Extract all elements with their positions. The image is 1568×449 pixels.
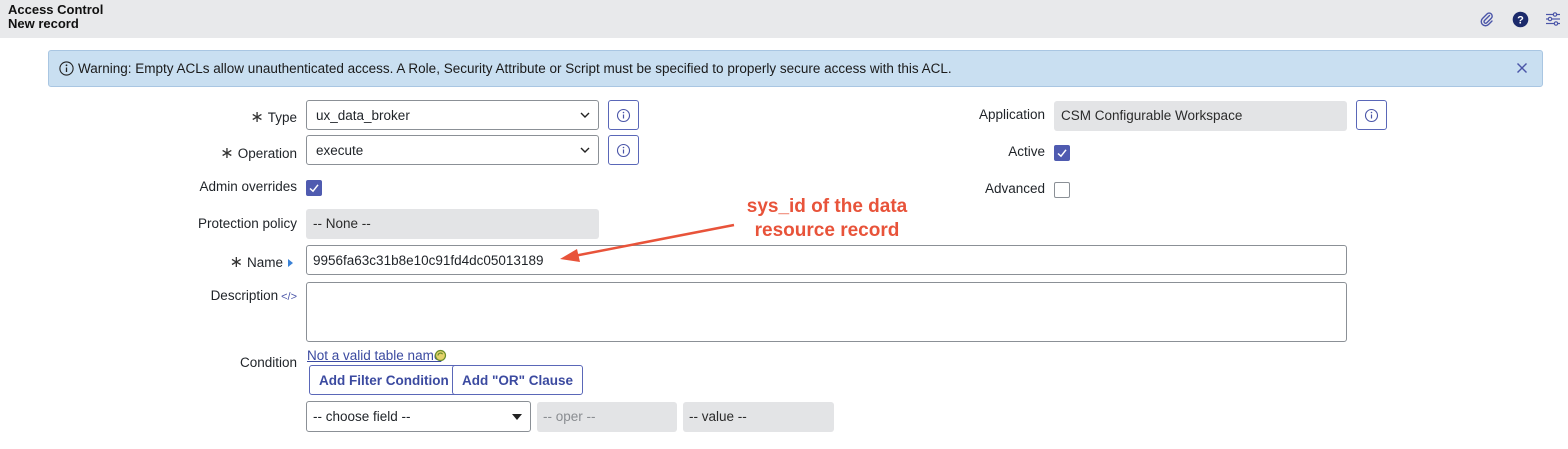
info-icon [59, 61, 74, 76]
operation-select[interactable]: execute [306, 135, 599, 165]
form-header: Access Control New record ? [0, 0, 1568, 38]
advanced-checkbox[interactable] [1054, 182, 1070, 198]
annotation-line-1: sys_id of the data [746, 196, 908, 217]
operation-info-button[interactable] [608, 135, 639, 165]
header-title: Access Control [8, 2, 104, 17]
admin-overrides-checkbox[interactable] [306, 180, 322, 196]
code-icon[interactable]: </> [281, 291, 297, 303]
warning-text: Warning: Empty ACLs allow unauthenticate… [78, 61, 952, 76]
required-asterisk-icon: ∗ [229, 254, 243, 271]
condition-label: Condition [239, 355, 297, 370]
info-icon [616, 143, 631, 157]
choose-field-value: -- choose field -- [313, 409, 411, 424]
application-field: CSM Configurable Workspace [1054, 101, 1347, 131]
info-icon [616, 108, 631, 122]
protection-policy-field: -- None -- [306, 209, 599, 239]
checkmark-icon [1057, 149, 1067, 158]
info-icon [1364, 108, 1379, 122]
type-select[interactable]: ux_data_broker [306, 100, 599, 130]
warning-banner: Warning: Empty ACLs allow unauthenticate… [48, 50, 1543, 87]
invalid-table-link[interactable]: Not a valid table name [307, 348, 441, 363]
value-field[interactable]: -- value -- [683, 402, 834, 432]
description-label: Description </> [210, 288, 297, 303]
paperclip-icon[interactable] [1477, 9, 1497, 29]
required-asterisk-icon: ∗ [250, 109, 264, 126]
required-asterisk-icon: ∗ [220, 145, 234, 162]
help-icon[interactable]: ? [1510, 9, 1530, 29]
active-label: Active [1008, 144, 1045, 159]
admin-overrides-label: Admin overrides [199, 179, 297, 194]
form-title: Access Control New record [8, 3, 103, 31]
name-label: ∗ Name [230, 252, 293, 272]
chevron-down-icon [580, 112, 590, 118]
choose-field-select[interactable]: -- choose field -- [306, 401, 531, 432]
description-textarea[interactable] [306, 282, 1347, 342]
type-info-button[interactable] [608, 100, 639, 130]
operation-value: execute [316, 143, 364, 158]
chevron-down-icon [580, 147, 590, 153]
settings-sliders-icon[interactable] [1543, 9, 1563, 29]
annotation-line-2: resource record [754, 220, 900, 241]
operation-label: ∗ Operation [220, 145, 297, 162]
name-input[interactable]: 9956fa63c31b8e10c91fd4dc05013189 [306, 245, 1347, 275]
protection-policy-label: Protection policy [197, 216, 297, 231]
application-label: Application [978, 107, 1045, 122]
svg-text:?: ? [1517, 14, 1524, 26]
add-or-clause-button[interactable]: Add "OR" Clause [452, 365, 584, 395]
caret-down-icon [512, 414, 522, 420]
type-value: ux_data_broker [316, 108, 410, 123]
filter-refresh-icon[interactable] [434, 349, 447, 362]
advanced-label: Advanced [984, 181, 1045, 196]
checkmark-icon [309, 184, 319, 193]
header-subtitle: New record [8, 16, 79, 31]
active-checkbox[interactable] [1054, 145, 1070, 161]
oper-select[interactable]: -- oper -- [537, 402, 677, 432]
reference-arrow-icon[interactable] [288, 259, 293, 268]
application-info-button[interactable] [1356, 100, 1387, 130]
close-icon[interactable] [1514, 60, 1530, 76]
annotation-text: sys_id of the data resource record [722, 195, 932, 243]
type-label: ∗ Type [250, 109, 297, 126]
add-filter-condition-button[interactable]: Add Filter Condition [309, 365, 459, 395]
